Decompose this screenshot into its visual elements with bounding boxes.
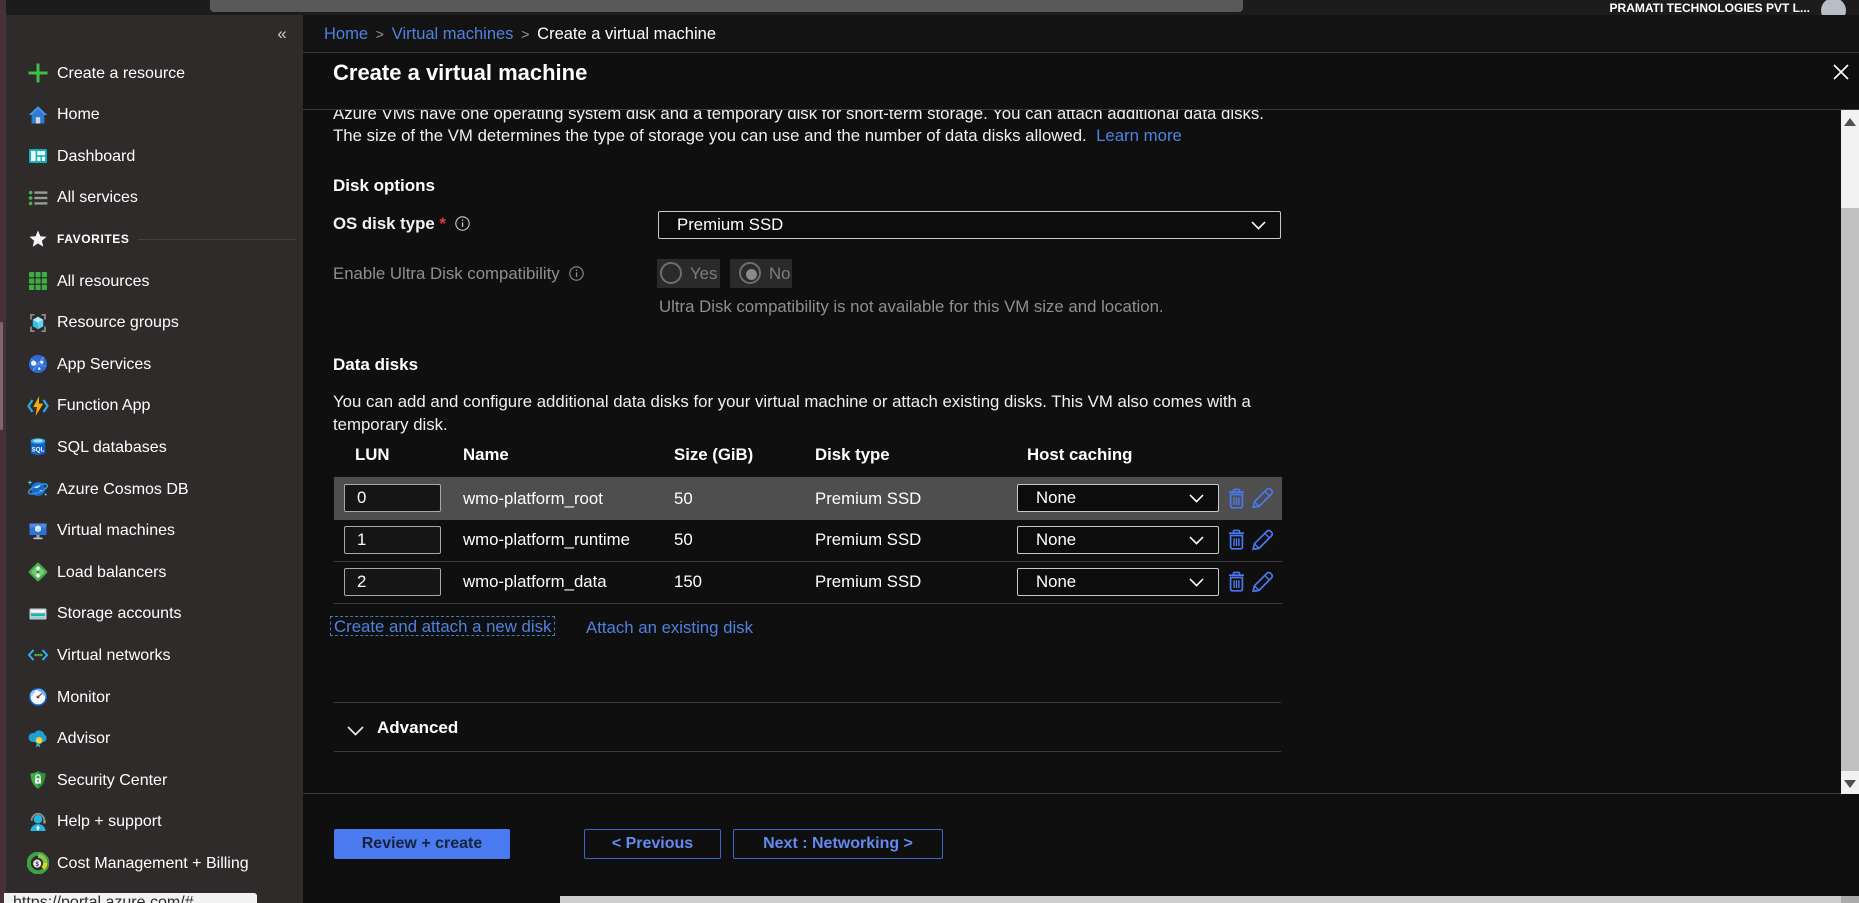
svg-text:$: $ bbox=[35, 861, 39, 868]
svg-text:SQL: SQL bbox=[32, 447, 45, 454]
